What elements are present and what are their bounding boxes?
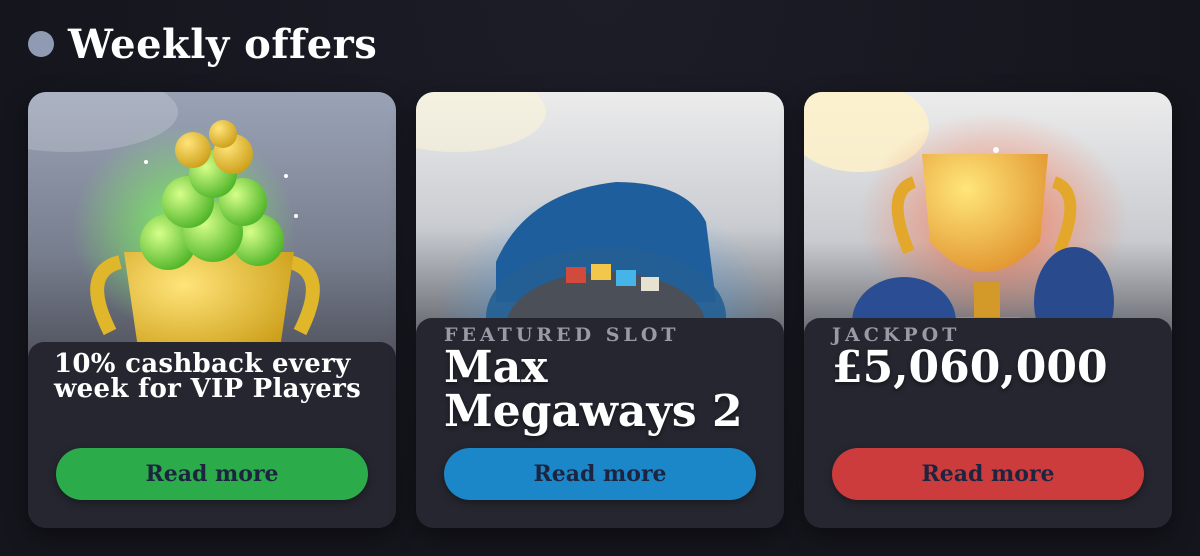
offer-title: Max Megaways 2 <box>444 342 743 437</box>
offer-cards: 10% cashback every week for VIP Players … <box>28 92 1172 528</box>
offer-description: 10% cashback every week for VIP Players <box>54 349 362 404</box>
card-panel: 10% cashback every week for VIP Players … <box>28 342 396 528</box>
read-more-button-featured-slot[interactable]: Read more <box>444 448 756 500</box>
jackpot-amount: £5,060,000 <box>832 342 1108 393</box>
offer-card-jackpot[interactable]: JACKPOT £5,060,000 Read more <box>804 92 1172 528</box>
card-panel: FEATURED SLOT Max Megaways 2 Read more <box>416 318 784 528</box>
coins-trophy-icon <box>28 92 396 362</box>
read-more-button-cashback[interactable]: Read more <box>56 448 368 500</box>
offer-card-featured-slot[interactable]: FEATURED SLOT Max Megaways 2 Read more <box>416 92 784 528</box>
section-title: Weekly offers <box>68 20 378 68</box>
section-header: Weekly offers <box>28 18 377 70</box>
offer-card-cashback[interactable]: 10% cashback every week for VIP Players … <box>28 92 396 528</box>
card-panel: JACKPOT £5,060,000 Read more <box>804 318 1172 528</box>
read-more-button-jackpot[interactable]: Read more <box>832 448 1144 500</box>
bullet-dot-icon <box>28 31 54 57</box>
weekly-offers-page: Weekly offers 10% cashback every week fo… <box>0 0 1200 556</box>
